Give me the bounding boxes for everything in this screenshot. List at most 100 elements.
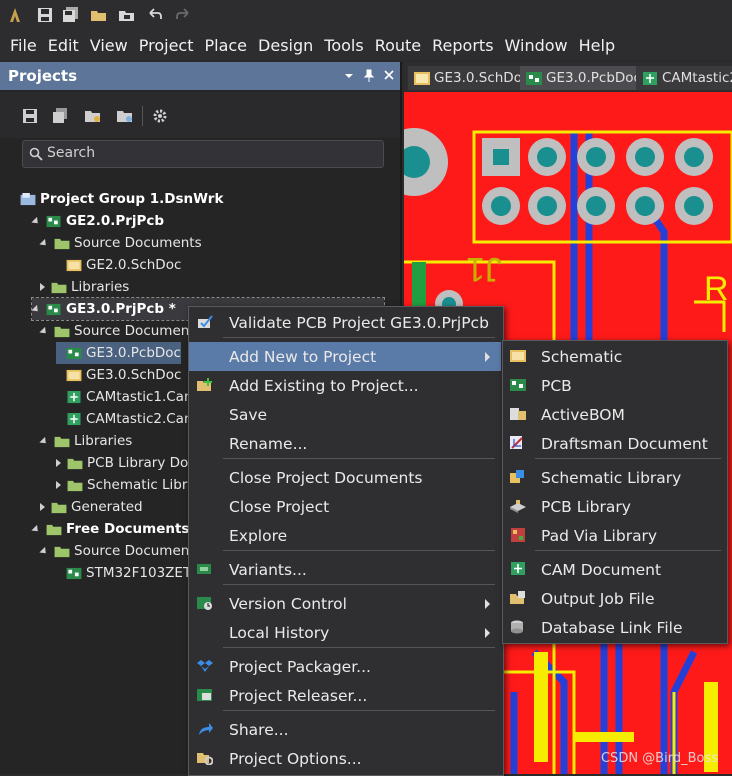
menu-edit[interactable]: Edit bbox=[48, 36, 79, 55]
menu-item-rename[interactable]: Rename... bbox=[189, 429, 501, 458]
tree-item-ge2-0-schdoc[interactable]: GE2.0.SchDoc bbox=[56, 254, 181, 276]
menu-help[interactable]: Help bbox=[579, 36, 615, 55]
menu-item-explore[interactable]: Explore bbox=[189, 521, 501, 550]
menu-item-project-options[interactable]: Project Options... bbox=[189, 744, 501, 773]
submenu-item-label: CAM Document bbox=[541, 560, 662, 579]
submenu-item-database-link-file[interactable]: Database Link File bbox=[503, 613, 725, 642]
collapse-arrow-icon[interactable] bbox=[31, 216, 41, 226]
tab-ge3-pcbdoc[interactable]: GE3.0.PcbDoc bbox=[520, 66, 641, 90]
tree-item-ge2-0-prjpcb[interactable]: GE2.0.PrjPcb bbox=[31, 210, 164, 232]
collapse-arrow-icon[interactable] bbox=[39, 238, 49, 248]
panel-menu-chevron-icon[interactable] bbox=[344, 72, 354, 80]
pcb-icon bbox=[66, 567, 82, 579]
open-project-icon[interactable] bbox=[118, 6, 136, 24]
save-all-icon[interactable] bbox=[62, 6, 80, 24]
menu-file[interactable]: File bbox=[10, 36, 37, 55]
save-icon[interactable] bbox=[36, 6, 54, 24]
tree-item-pcb-library-docu[interactable]: PCB Library Docu bbox=[56, 452, 204, 474]
submenu-item-output-job-file[interactable]: Output Job File bbox=[503, 584, 725, 613]
menu-place[interactable]: Place bbox=[204, 36, 247, 55]
undo-icon[interactable] bbox=[146, 6, 164, 24]
tab-ge3-schdoc[interactable]: GE3.0.SchDoc bbox=[408, 66, 529, 90]
menu-window[interactable]: Window bbox=[505, 36, 568, 55]
expand-arrow-icon[interactable] bbox=[40, 503, 45, 511]
submenu-item-label: Pad Via Library bbox=[541, 526, 658, 545]
schlib-icon bbox=[510, 470, 524, 483]
pin-icon[interactable] bbox=[364, 69, 374, 83]
close-folder-icon[interactable] bbox=[116, 108, 134, 124]
open-folder-icon[interactable] bbox=[90, 6, 108, 24]
submenu-item-draftsman-document[interactable]: Draftsman Document bbox=[503, 429, 725, 458]
tree-item-ge3-0-pcbdoc[interactable]: GE3.0.PcbDoc bbox=[56, 342, 181, 364]
dropbox-icon bbox=[197, 660, 213, 672]
close-icon[interactable] bbox=[384, 70, 394, 80]
tree-item-libraries[interactable]: Libraries bbox=[39, 430, 132, 452]
tree-item-schematic-library[interactable]: Schematic Library bbox=[56, 474, 209, 496]
submenu-item-pad-via-library[interactable]: Pad Via Library bbox=[503, 521, 725, 550]
tree-item-source-documents[interactable]: Source Documents bbox=[39, 320, 202, 342]
collapse-arrow-icon[interactable] bbox=[31, 524, 41, 534]
menu-view[interactable]: View bbox=[90, 36, 128, 55]
menu-item-variants[interactable]: Variants... bbox=[189, 555, 501, 584]
collapse-arrow-icon[interactable] bbox=[39, 326, 49, 336]
menu-tools[interactable]: Tools bbox=[324, 36, 363, 55]
save-all-icon[interactable] bbox=[52, 108, 68, 124]
tree-item-label: GE3.0.PcbDoc bbox=[86, 345, 181, 361]
submenu-item-pcb[interactable]: PCB bbox=[503, 371, 725, 400]
tree-item-ge3-0-schdoc[interactable]: GE3.0.SchDoc bbox=[56, 364, 181, 386]
menu-design[interactable]: Design bbox=[258, 36, 313, 55]
open-folder-icon[interactable] bbox=[84, 108, 102, 124]
cam-icon bbox=[511, 562, 525, 575]
tab-camtastic2[interactable]: CAMtastic2 bbox=[636, 66, 732, 90]
expand-arrow-icon[interactable] bbox=[56, 481, 61, 489]
expand-arrow-icon[interactable] bbox=[56, 459, 61, 467]
tree-item-generated[interactable]: Generated bbox=[40, 496, 143, 518]
menu-item-project-releaser[interactable]: Project Releaser... bbox=[189, 681, 501, 710]
tree-item-camtastic1-cam[interactable]: CAMtastic1.Cam bbox=[56, 386, 197, 408]
tree-item-stm32f103zet6[interactable]: STM32F103ZET6 bbox=[56, 562, 200, 584]
save-icon[interactable] bbox=[22, 108, 38, 124]
collapse-arrow-icon[interactable] bbox=[39, 436, 49, 446]
tree-item-camtastic2-cam[interactable]: CAMtastic2.Cam bbox=[56, 408, 197, 430]
projects-panel-header: Projects bbox=[0, 62, 400, 90]
tree-item-label: GE2.0.SchDoc bbox=[86, 257, 182, 273]
panel-title: Projects bbox=[8, 67, 78, 85]
menu-item-project-packager[interactable]: Project Packager... bbox=[189, 652, 501, 681]
tree-item-source-documents[interactable]: Source Documents bbox=[39, 540, 202, 562]
submenu-item-pcb-library[interactable]: PCB Library bbox=[503, 492, 725, 521]
menu-reports[interactable]: Reports bbox=[432, 36, 493, 55]
menu-item-add-new-to-project[interactable]: Add New to Project bbox=[189, 342, 501, 371]
collapse-arrow-icon[interactable] bbox=[31, 304, 41, 314]
cam-icon bbox=[67, 412, 81, 425]
submenu-item-cam-document[interactable]: CAM Document bbox=[503, 555, 725, 584]
submenu-item-activebom[interactable]: ActiveBOM bbox=[503, 400, 725, 429]
menu-separator bbox=[223, 337, 495, 338]
tree-item-source-documents[interactable]: Source Documents bbox=[39, 232, 202, 254]
tree-item-label: CAMtastic2.Cam bbox=[86, 411, 198, 427]
menu-item-close-project-documents[interactable]: Close Project Documents bbox=[189, 463, 501, 492]
menu-item-share[interactable]: Share... bbox=[189, 715, 501, 744]
menu-route[interactable]: Route bbox=[375, 36, 421, 55]
menu-item-add-existing-to-project[interactable]: Add Existing to Project... bbox=[189, 371, 501, 400]
menu-item-validate-pcb-project-ge3-0-prjpcb[interactable]: Validate PCB Project GE3.0.PrjPcb bbox=[189, 308, 501, 337]
redo-icon[interactable] bbox=[174, 6, 192, 24]
tree-item-free-documents[interactable]: Free Documents bbox=[31, 518, 189, 540]
menu-item-close-project[interactable]: Close Project bbox=[189, 492, 501, 521]
submenu-item-label: Draftsman Document bbox=[541, 434, 708, 453]
menu-item-version-control[interactable]: Version Control bbox=[189, 589, 501, 618]
collapse-arrow-icon[interactable] bbox=[39, 546, 49, 556]
dblink-icon bbox=[511, 620, 523, 634]
menu-item-local-history[interactable]: Local History bbox=[189, 618, 501, 647]
submenu-item-schematic[interactable]: Schematic bbox=[503, 342, 725, 371]
vc-icon bbox=[197, 597, 212, 610]
menu-project[interactable]: Project bbox=[139, 36, 194, 55]
tree-item-project-group-1-dsnwrk[interactable]: Project Group 1.DsnWrk bbox=[20, 188, 223, 210]
options-icon bbox=[197, 753, 213, 765]
expand-arrow-icon[interactable] bbox=[40, 283, 45, 291]
tree-item-libraries[interactable]: Libraries bbox=[40, 276, 129, 298]
search-input[interactable]: Search bbox=[22, 140, 384, 168]
submenu-item-schematic-library[interactable]: Schematic Library bbox=[503, 463, 725, 492]
menu-item-save[interactable]: Save bbox=[189, 400, 501, 429]
menu-bar: File Edit View Project Place Design Tool… bbox=[0, 30, 732, 60]
gear-icon[interactable] bbox=[152, 108, 168, 124]
